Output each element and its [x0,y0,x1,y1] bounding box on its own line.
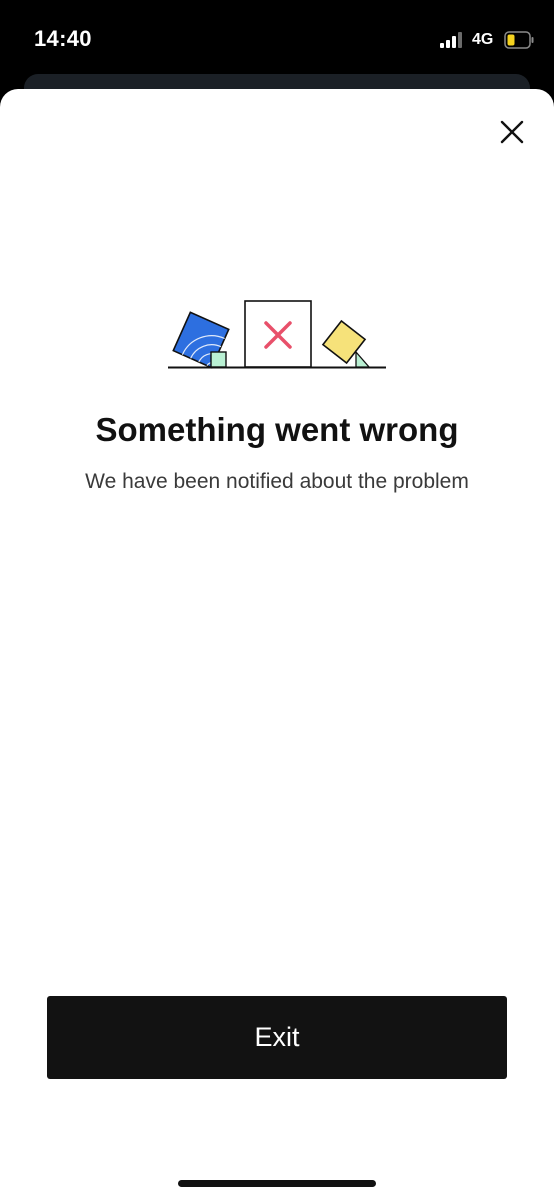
exit-button[interactable]: Exit [47,996,507,1079]
close-button[interactable] [494,114,530,150]
status-bar: 14:40 4G [0,0,554,80]
network-type: 4G [472,31,494,48]
mint-block-shape [210,351,227,368]
error-title: Something went wrong [95,411,459,448]
battery-icon [504,31,534,49]
close-icon [500,120,524,144]
error-subtitle: We have been notified about the problem [85,470,469,493]
mint-triangle-shape [355,350,371,368]
cellular-signal-icon [440,32,462,48]
status-time: 14:40 [34,26,92,51]
home-indicator[interactable] [178,1180,376,1187]
error-illustration [168,300,386,369]
